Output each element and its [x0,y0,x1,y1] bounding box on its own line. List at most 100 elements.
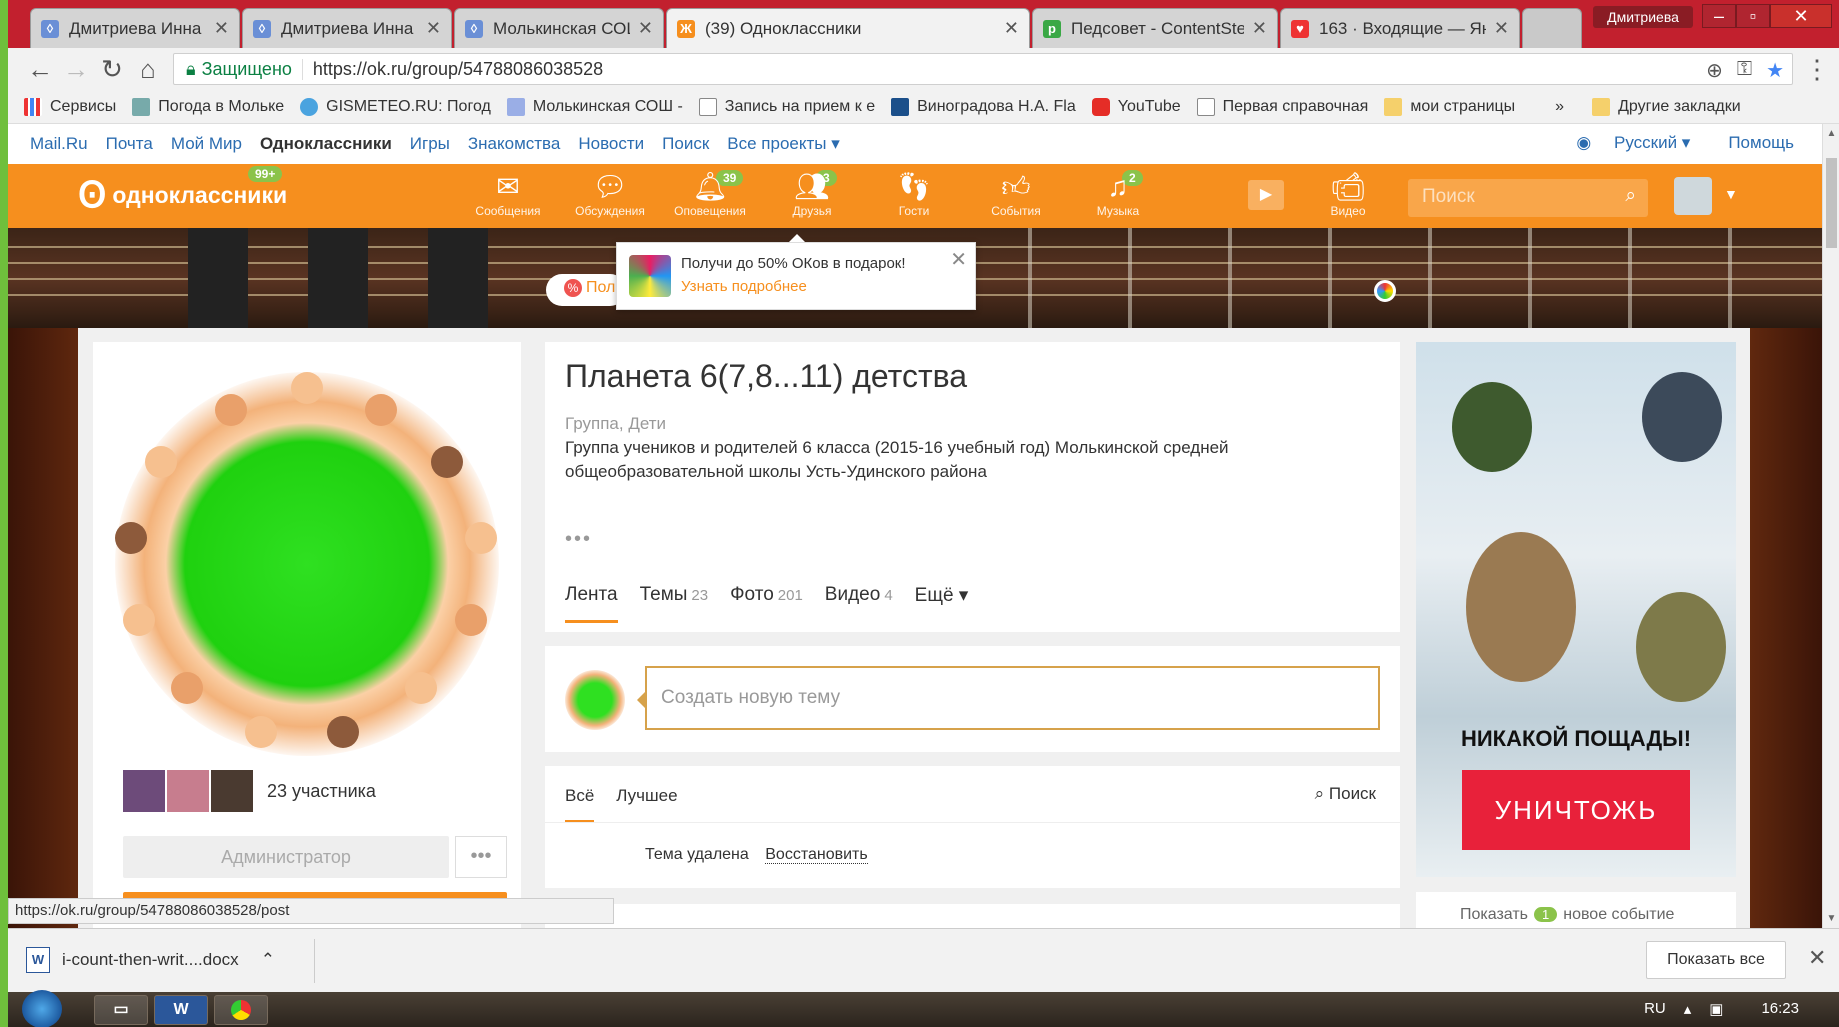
close-icon[interactable]: ✕ [1252,18,1267,39]
close-icon[interactable]: ✕ [1808,945,1826,971]
help-link[interactable]: Помощь [1728,133,1794,153]
url-text[interactable]: https://ok.ru/group/54788086038528 [303,59,603,80]
tab-topics[interactable]: Темы 23 [640,584,709,623]
chevron-up-icon[interactable]: ⌃ [261,950,275,970]
show-all-button[interactable]: Показать все [1646,941,1786,979]
page-scrollbar[interactable]: ▲ ▼ [1822,124,1839,928]
forward-button[interactable]: → [58,51,94,87]
chrome-icon[interactable] [214,995,268,1025]
browser-tab[interactable]: ◊ Дмитриева Инна Петр ✕ [30,8,240,48]
nav-events[interactable]: 👍︎ События [970,170,1062,218]
back-button[interactable]: ← [22,51,58,87]
scroll-down-icon[interactable]: ▼ [1823,913,1839,924]
portal-link-mailru[interactable]: Mail.Ru [30,134,88,154]
search-icon[interactable]: ⌕ [1625,185,1636,207]
members-row[interactable]: 23 участника [123,770,376,812]
maximize-button[interactable]: ▫ [1736,4,1770,28]
member-avatar[interactable] [211,770,253,812]
chevron-down-icon[interactable]: ▼ [1724,186,1738,202]
network-icon[interactable]: ▣ [1709,1000,1723,1018]
translate-icon[interactable]: ⊕ [1706,58,1723,83]
browser-tab[interactable]: ◊ Дмитриева Инна Петр ✕ [242,8,452,48]
language-indicator[interactable]: RU [1644,1000,1666,1018]
nav-video[interactable]: 📹︎ Видео [1302,170,1394,218]
browser-tab[interactable]: ◊ Молькинская СОШ - Г ✕ [454,8,664,48]
nav-notifications[interactable]: 🔔︎ Оповещения [664,170,756,218]
download-item[interactable]: W i-count-then-writ....docx ⌃ [26,947,275,973]
close-icon[interactable]: ✕ [950,247,967,272]
secure-indicator[interactable]: 🔒︎ Защищено [174,58,303,80]
close-icon[interactable]: ✕ [426,18,441,39]
popup-link[interactable]: Узнать подробнее [681,278,963,295]
address-bar[interactable]: 🔒︎ Защищено https://ok.ru/group/54788086… [173,53,1793,85]
bookmark-item[interactable]: Виноградова Н.А. Fla [891,97,1076,116]
bookmark-item[interactable]: Запись на прием к е [698,97,875,116]
colorwheel-icon[interactable] [1374,280,1396,302]
group-avatar[interactable] [115,372,499,756]
language-selector[interactable]: ◉ Русский ▾ [1558,133,1690,153]
bookmark-item[interactable]: Погода в Мольке [132,97,284,116]
word-icon[interactable]: W [154,995,208,1025]
tab-photos[interactable]: Фото 201 [730,584,803,623]
bookmark-item[interactable]: Сервисы [24,97,116,116]
scroll-thumb[interactable] [1826,158,1837,248]
bookmark-item[interactable]: YouTube [1091,97,1181,116]
portal-link-ok[interactable]: Одноклассники [260,134,392,154]
close-icon[interactable]: ✕ [214,18,229,39]
portal-link-mail[interactable]: Почта [106,134,153,154]
star-icon[interactable]: ★ [1766,58,1784,83]
members-count[interactable]: 23 участника [267,781,376,802]
nav-discussions[interactable]: 💬︎ Обсуждения [564,170,656,218]
profile-badge[interactable]: Дмитриева [1593,6,1693,28]
reload-button[interactable]: ↻ [94,51,130,87]
member-avatar[interactable] [123,770,165,812]
play-icon[interactable]: ▶ [1248,180,1284,210]
more-button[interactable]: ••• [455,836,507,878]
tab-feed[interactable]: Лента [565,584,618,623]
close-window-button[interactable]: ✕ [1770,4,1832,28]
tray-arrow-icon[interactable]: ▴ [1684,1000,1692,1018]
key-icon[interactable]: ⚿ [1737,58,1752,83]
close-icon[interactable]: ✕ [1004,18,1019,39]
portal-link-news[interactable]: Новости [578,134,644,154]
other-bookmarks[interactable]: Другие закладки [1592,97,1741,116]
tab-more[interactable]: Ещё ▾ [915,584,969,623]
promo-popup[interactable]: Получи до 50% ОКов в подарок! Узнать под… [616,234,976,310]
home-button[interactable]: ⌂ [130,51,166,87]
portal-link-games[interactable]: Игры [410,134,450,154]
admin-button[interactable]: Администратор [123,836,449,878]
clock[interactable]: 16:23 [1761,1000,1799,1018]
feed-tab-best[interactable]: Лучшее [616,786,677,823]
advertisement[interactable]: НИКАКОЙ ПОЩАДЫ! УНИЧТОЖЬ [1416,342,1736,877]
feed-tab-all[interactable]: Всё [565,786,595,823]
group-category[interactable]: Группа, Дети [565,414,666,434]
restore-link[interactable]: Восстановить [765,846,868,864]
tab-video[interactable]: Видео 4 [825,584,893,623]
bookmarks-overflow[interactable]: » [1555,98,1564,116]
menu-icon[interactable]: ⋮ [1799,51,1835,87]
bookmark-item[interactable]: Первая справочная [1196,97,1368,116]
bookmark-item[interactable]: GISMETEO.RU: Погод [300,97,491,116]
explorer-icon[interactable]: ▭ [94,995,148,1025]
portal-link-search[interactable]: Поиск [662,134,709,154]
browser-tab[interactable]: p Педсовет - ContentSte ✕ [1032,8,1278,48]
expand-description[interactable]: ••• [565,528,592,551]
new-events-bar[interactable]: Показать 1 новое событие [1416,892,1736,932]
bookmark-item[interactable]: мои страницы [1384,97,1515,116]
member-avatar[interactable] [167,770,209,812]
portal-link-allprojects[interactable]: Все проекты ▾ [727,134,839,154]
nav-guests[interactable]: 👣︎ Гости [868,170,960,218]
close-icon[interactable]: ✕ [1494,18,1509,39]
scroll-up-icon[interactable]: ▲ [1823,128,1839,139]
nav-music[interactable]: ♫ Музыка [1072,170,1164,218]
minimize-button[interactable]: – [1702,4,1736,28]
browser-tab-active[interactable]: Ж (39) Одноклассники ✕ [666,8,1030,48]
new-topic-input[interactable]: Создать новую тему [637,666,1380,730]
portal-link-myworld[interactable]: Мой Мир [171,134,242,154]
nav-messages[interactable]: ✉ Сообщения [462,170,554,218]
browser-tab[interactable]: ♥ 163 · Входящие — Янд ✕ [1280,8,1520,48]
promo-pill[interactable]: % Пол [546,274,626,306]
close-icon[interactable]: ✕ [638,18,653,39]
ok-search-input[interactable]: Поиск ⌕ [1408,179,1648,217]
nav-friends[interactable]: 👥︎ Друзья [766,170,858,218]
